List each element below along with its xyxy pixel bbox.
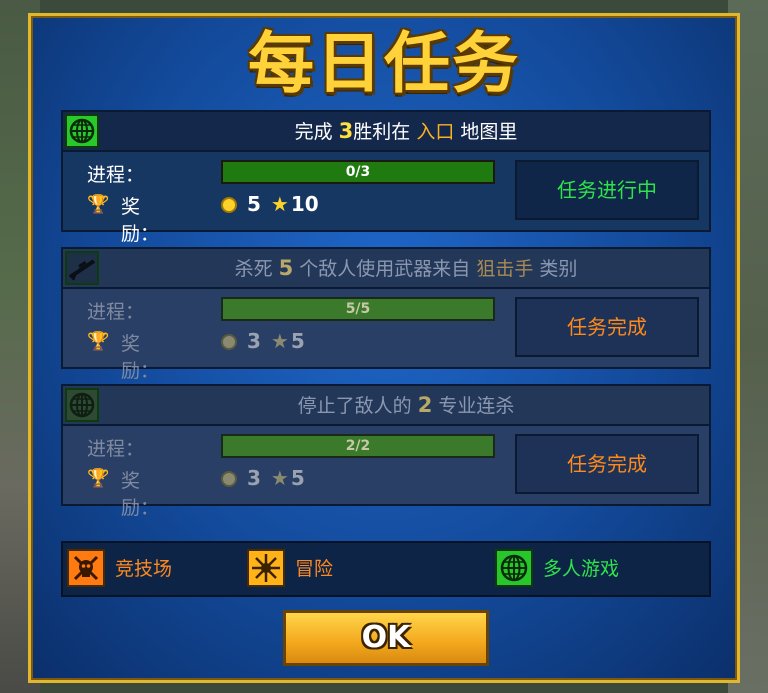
coin-icon <box>221 471 237 487</box>
star-amount: 5 <box>290 466 305 490</box>
mission-description: 完成 3胜利在 入口 地图里 <box>294 119 518 143</box>
ok-button[interactable]: OK <box>283 610 489 666</box>
trophy-icon: 🏆 <box>87 468 110 489</box>
coin-amount: 3 <box>247 329 261 353</box>
progress-text: 5/5 <box>345 301 371 317</box>
category-label: 冒险 <box>295 558 334 580</box>
progress-label: 进程： <box>87 301 145 323</box>
star-amount: 5 <box>290 329 305 353</box>
mission-categories-bar: 竞技场 冒险 多人游戏 <box>61 541 711 597</box>
mission-status-button[interactable]: 任务完成 <box>515 297 699 357</box>
progress-bar: 5/5 <box>221 297 495 321</box>
mission-card-1: 完成 3胜利在 入口 地图里 进程： 0/3 🏆 奖励： 5 ★ 10 任务进行中 <box>61 110 711 245</box>
coin-icon <box>221 197 237 213</box>
reward-label: 奖励： <box>121 333 160 382</box>
dialog-title: 每日任务 <box>248 25 520 102</box>
coin-amount: 3 <box>247 466 261 490</box>
reward-values: 3 ★ 5 <box>221 466 305 494</box>
progress-bar: 2/2 <box>221 434 495 458</box>
mission-card-2: 杀死 5 个敌人使用武器来自 狙击手 类别 进程： 5/5 🏆 奖励： 3 ★ 5 … <box>61 247 711 382</box>
reward-values: 5 ★ 10 <box>221 192 319 220</box>
progress-label: 进程： <box>87 164 145 186</box>
multiplayer-globe-icon <box>65 114 99 148</box>
progress-text: 0/3 <box>345 164 371 180</box>
coin-amount: 5 <box>247 192 261 216</box>
reward-values: 3 ★ 5 <box>221 329 305 357</box>
mission-status-button[interactable]: 任务进行中 <box>515 160 699 220</box>
mission-header: 完成 3胜利在 入口 地图里 <box>63 112 709 152</box>
progress-label: 进程： <box>87 438 145 460</box>
progress-text: 2/2 <box>345 438 371 454</box>
reward-label: 奖励： <box>121 196 160 245</box>
coin-icon <box>221 334 237 350</box>
reward-label: 奖励： <box>121 470 160 519</box>
trophy-icon: 🏆 <box>87 194 110 215</box>
mission-card-3: 停止了敌人的 2 专业连杀 进程： 2/2 🏆 奖励： 3 ★ 5 任务完成 <box>61 384 711 519</box>
mission-status-button[interactable]: 任务完成 <box>515 434 699 494</box>
mission-header: 杀死 5 个敌人使用武器来自 狙击手 类别 <box>63 249 709 289</box>
star-icon: ★ <box>270 466 289 490</box>
multiplayer-globe-icon <box>65 388 99 422</box>
star-amount: 10 <box>290 192 319 216</box>
arena-skull-icon <box>67 549 105 587</box>
adventure-burst-icon <box>247 549 285 587</box>
daily-missions-dialog: 每日任务 完成 3胜利在 入口 地图里 进程： 0/3 🏆 奖励： 5 ★ 10 任… <box>28 13 740 683</box>
mission-description: 停止了敌人的 2 专业连杀 <box>297 393 515 417</box>
trophy-icon: 🏆 <box>87 331 110 352</box>
mission-header: 停止了敌人的 2 专业连杀 <box>63 386 709 426</box>
category-label: 竞技场 <box>115 558 173 580</box>
star-icon: ★ <box>270 192 289 216</box>
sniper-rifle-icon <box>65 251 99 285</box>
star-icon: ★ <box>270 329 289 353</box>
mission-description: 杀死 5 个敌人使用武器来自 狙击手 类别 <box>234 256 578 280</box>
multiplayer-globe-icon <box>495 549 533 587</box>
progress-bar: 0/3 <box>221 160 495 184</box>
category-label: 多人游戏 <box>543 558 620 580</box>
